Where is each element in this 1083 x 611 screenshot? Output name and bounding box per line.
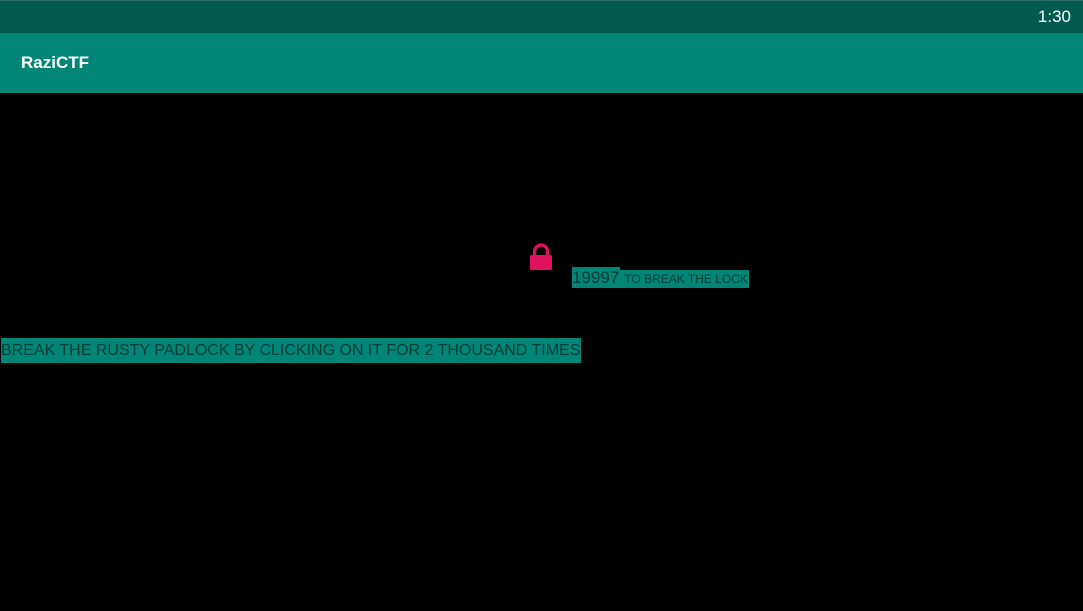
main-content: 19997 TO BREAK THE LOCK BREAK THE RUSTY … <box>0 93 1083 611</box>
instruction-text: BREAK THE RUSTY PADLOCK BY CLICKING ON I… <box>1 338 582 363</box>
counter-label: TO BREAK THE LOCK <box>620 270 749 288</box>
lock-icon <box>530 243 552 270</box>
app-bar: RaziCTF <box>0 33 1083 93</box>
app-title: RaziCTF <box>21 53 89 72</box>
padlock-button[interactable] <box>528 242 554 274</box>
click-counter: 19997 <box>572 267 621 288</box>
status-bar: 1:30 <box>0 0 1083 33</box>
status-time: 1:30 <box>1037 7 1071 26</box>
status-divider <box>0 0 1083 1</box>
lock-counter: 19997 TO BREAK THE LOCK <box>572 264 749 288</box>
